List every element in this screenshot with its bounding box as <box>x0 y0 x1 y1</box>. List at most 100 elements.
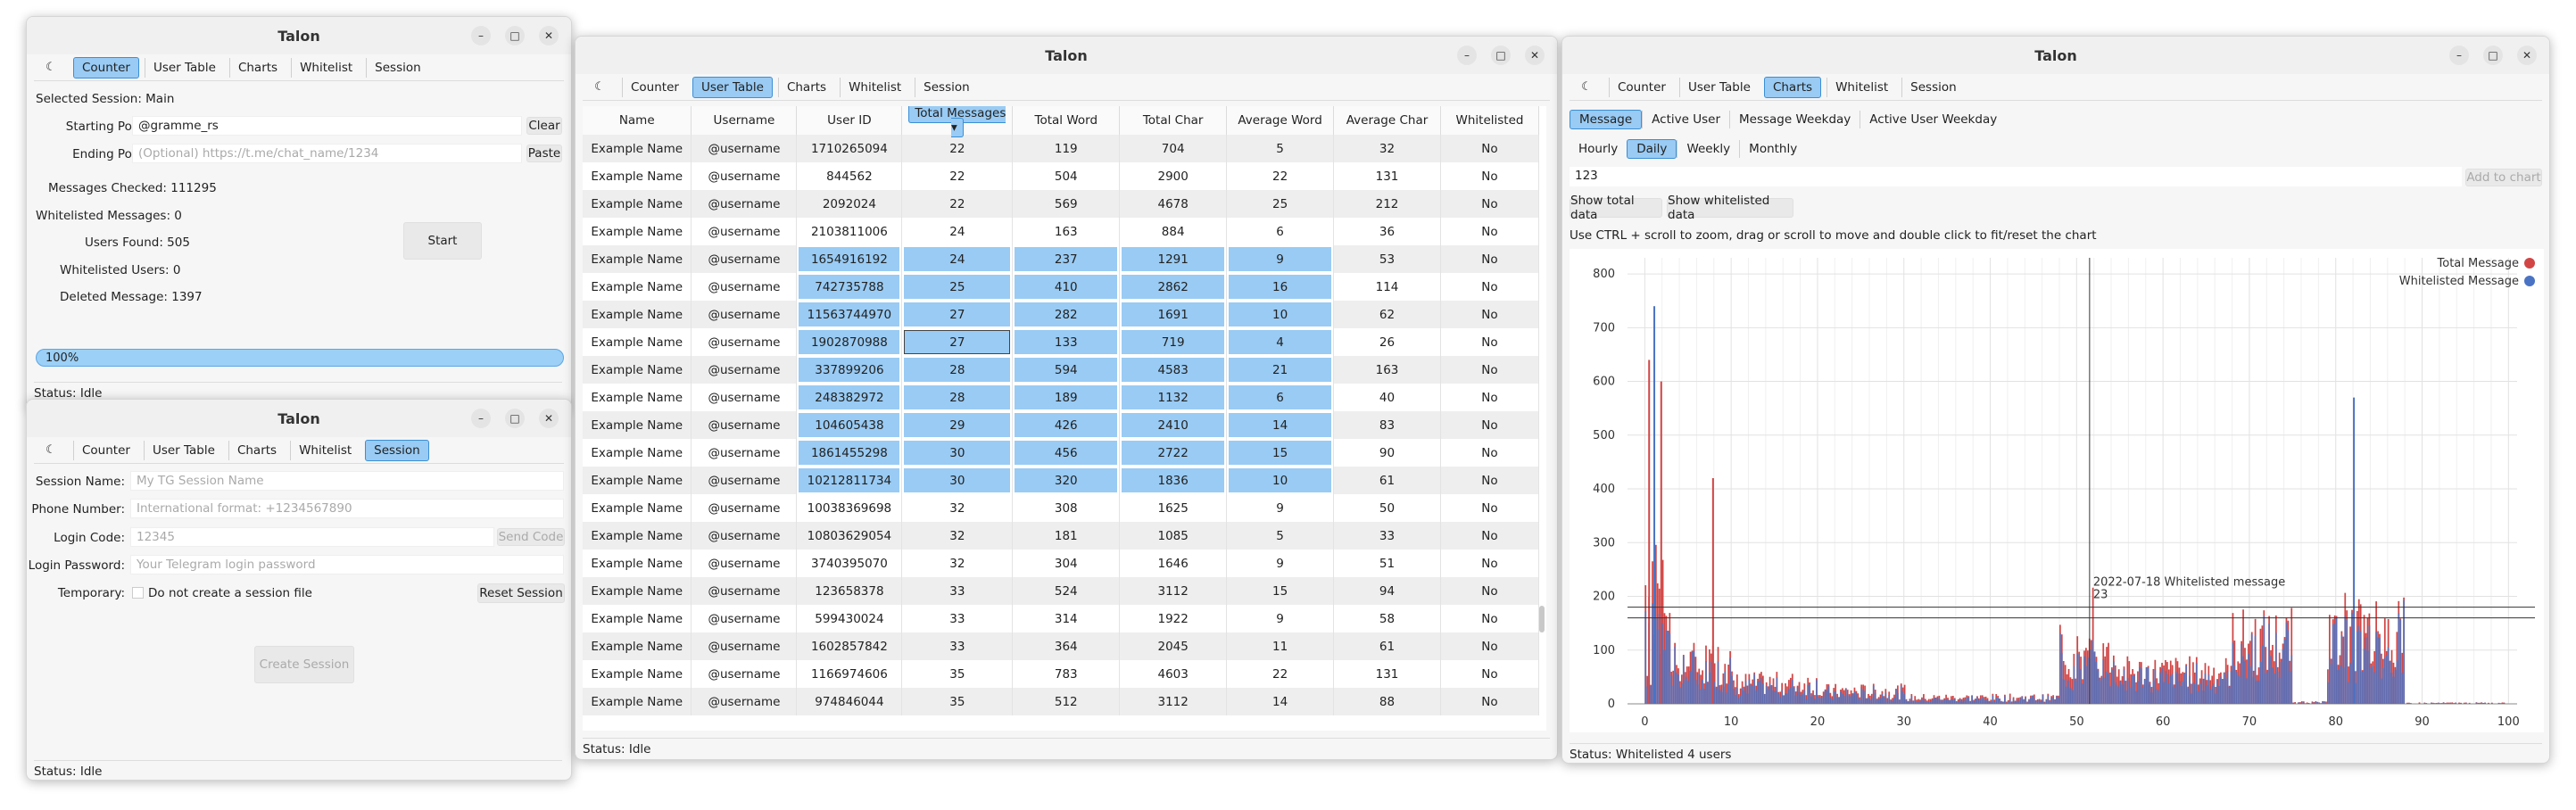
table-cell[interactable]: 504 <box>1012 162 1121 190</box>
table-cell[interactable]: 10 <box>1226 301 1335 328</box>
title-bar[interactable]: Talon – □ ✕ <box>1562 37 2549 74</box>
table-cell[interactable]: 320 <box>1012 467 1121 494</box>
theme-toggle-icon[interactable]: ☾ <box>1578 80 1594 94</box>
table-cell[interactable]: 5 <box>1226 522 1335 550</box>
tab-user-table[interactable]: User Table <box>143 440 223 460</box>
table-cell[interactable]: 1922 <box>1119 605 1228 632</box>
minimize-icon[interactable]: – <box>471 409 491 428</box>
table-cell[interactable]: 94 <box>1333 577 1441 605</box>
tab-counter[interactable]: Counter <box>73 440 138 460</box>
table-cell[interactable]: Example Name <box>583 411 692 439</box>
table-cell[interactable]: 50 <box>1333 494 1441 522</box>
subtab-message[interactable]: Message <box>1570 110 1643 129</box>
table-row[interactable]: Example Name @username 123658378 33 524 3112 1… <box>583 577 1540 605</box>
table-cell[interactable]: 884 <box>1119 218 1228 245</box>
table-cell[interactable]: Example Name <box>583 632 692 660</box>
table-cell[interactable]: 32 <box>901 522 1014 550</box>
table-cell[interactable]: No <box>1440 301 1540 328</box>
table-cell[interactable]: 32 <box>1333 135 1441 162</box>
table-scrollbar[interactable] <box>1539 606 1545 632</box>
theme-toggle-icon[interactable]: ☾ <box>43 443 59 457</box>
phone-number-input[interactable]: International format: +1234567890 <box>130 499 564 518</box>
tab-session[interactable]: Session <box>1901 77 1965 97</box>
start-button[interactable]: Start <box>403 222 482 260</box>
table-row[interactable]: Example Name @username 248382972 28 189 1132 6… <box>583 384 1540 411</box>
table-cell[interactable]: 33 <box>901 632 1014 660</box>
table-cell[interactable]: @username <box>691 328 798 356</box>
table-cell[interactable]: 569 <box>1012 190 1121 218</box>
table-row[interactable]: Example Name @username 3740395070 32 304 1646… <box>583 550 1540 577</box>
title-bar[interactable]: Talon – □ ✕ <box>27 17 571 54</box>
tab-session[interactable]: Session <box>915 77 978 97</box>
table-cell[interactable]: No <box>1440 605 1540 632</box>
table-row[interactable]: Example Name @username 1654916192 24 237 1291… <box>583 245 1540 273</box>
table-cell[interactable]: 524 <box>1012 577 1121 605</box>
table-cell[interactable]: 10803629054 <box>796 522 903 550</box>
table-cell[interactable]: 27 <box>901 328 1014 356</box>
tab-whitelist[interactable]: Whitelist <box>290 440 360 460</box>
column-header[interactable]: Username <box>691 106 798 135</box>
tab-whitelist[interactable]: Whitelist <box>291 57 360 78</box>
table-cell[interactable]: 1132 <box>1119 384 1228 411</box>
table-cell[interactable]: 6 <box>1226 218 1335 245</box>
table-cell[interactable]: Example Name <box>583 605 692 632</box>
table-cell[interactable]: No <box>1440 245 1540 273</box>
period-weekly[interactable]: Weekly <box>1677 140 1739 158</box>
column-header[interactable]: Total Word <box>1012 106 1121 135</box>
tab-user-table[interactable]: User Table <box>144 57 224 78</box>
tab-counter[interactable]: Counter <box>1609 77 1674 97</box>
table-cell[interactable]: No <box>1440 688 1540 715</box>
clear-button[interactable]: Clear <box>526 117 562 135</box>
table-cell[interactable]: 1861455298 <box>796 439 903 467</box>
create-session-button[interactable]: Create Session <box>254 646 354 683</box>
table-cell[interactable]: 304 <box>1012 550 1121 577</box>
table-cell[interactable]: 1836 <box>1119 467 1228 494</box>
temporary-checkbox[interactable] <box>132 587 144 599</box>
table-cell[interactable]: No <box>1440 439 1540 467</box>
table-cell[interactable]: Example Name <box>583 577 692 605</box>
table-cell[interactable]: 1902870988 <box>796 328 903 356</box>
close-icon[interactable]: ✕ <box>539 409 559 428</box>
table-cell[interactable]: Example Name <box>583 384 692 411</box>
table-row[interactable]: Example Name @username 1861455298 30 456 2722… <box>583 439 1540 467</box>
table-row[interactable]: Example Name @username 10038369698 32 308 162… <box>583 494 1540 522</box>
table-cell[interactable]: Example Name <box>583 162 692 190</box>
table-row[interactable]: Example Name @username 2103811006 24 163 884 6… <box>583 218 1540 245</box>
table-cell[interactable]: 9 <box>1226 550 1335 577</box>
column-header[interactable]: Name <box>583 106 692 135</box>
table-cell[interactable]: @username <box>691 688 798 715</box>
column-header[interactable]: Average Word <box>1226 106 1335 135</box>
column-header[interactable]: Total Char <box>1119 106 1228 135</box>
table-cell[interactable]: 131 <box>1333 162 1441 190</box>
table-cell[interactable]: 30 <box>901 467 1014 494</box>
table-cell[interactable]: @username <box>691 632 798 660</box>
period-monthly[interactable]: Monthly <box>1739 140 1806 158</box>
table-cell[interactable]: 1625 <box>1119 494 1228 522</box>
table-cell[interactable]: Example Name <box>583 190 692 218</box>
minimize-icon[interactable]: – <box>1457 45 1477 65</box>
close-icon[interactable]: ✕ <box>2517 45 2537 65</box>
tab-whitelist[interactable]: Whitelist <box>1826 77 1896 97</box>
reset-session-button[interactable]: Reset Session <box>477 583 565 603</box>
table-cell[interactable]: @username <box>691 356 798 384</box>
table-cell[interactable]: 456 <box>1012 439 1121 467</box>
table-cell[interactable]: @username <box>691 135 798 162</box>
table-cell[interactable]: 4603 <box>1119 660 1228 688</box>
table-cell[interactable]: Example Name <box>583 522 692 550</box>
table-cell[interactable]: 133 <box>1012 328 1121 356</box>
table-cell[interactable]: 40 <box>1333 384 1441 411</box>
table-cell[interactable]: 1602857842 <box>796 632 903 660</box>
table-cell[interactable]: @username <box>691 550 798 577</box>
table-row[interactable]: Example Name @username 844562 22 504 2900 22 13… <box>583 162 1540 190</box>
table-cell[interactable]: Example Name <box>583 328 692 356</box>
tab-session[interactable]: Session <box>366 57 429 78</box>
table-cell[interactable]: 35 <box>901 688 1014 715</box>
table-cell[interactable]: Example Name <box>583 688 692 715</box>
table-cell[interactable]: 83 <box>1333 411 1441 439</box>
table-cell[interactable]: 1085 <box>1119 522 1228 550</box>
subtab-active-user[interactable]: Active User <box>1642 111 1729 128</box>
table-cell[interactable]: 1691 <box>1119 301 1228 328</box>
table-cell[interactable]: @username <box>691 411 798 439</box>
maximize-icon[interactable]: □ <box>2483 45 2503 65</box>
table-row[interactable]: Example Name @username 11563744970 27 282 169… <box>583 301 1540 328</box>
